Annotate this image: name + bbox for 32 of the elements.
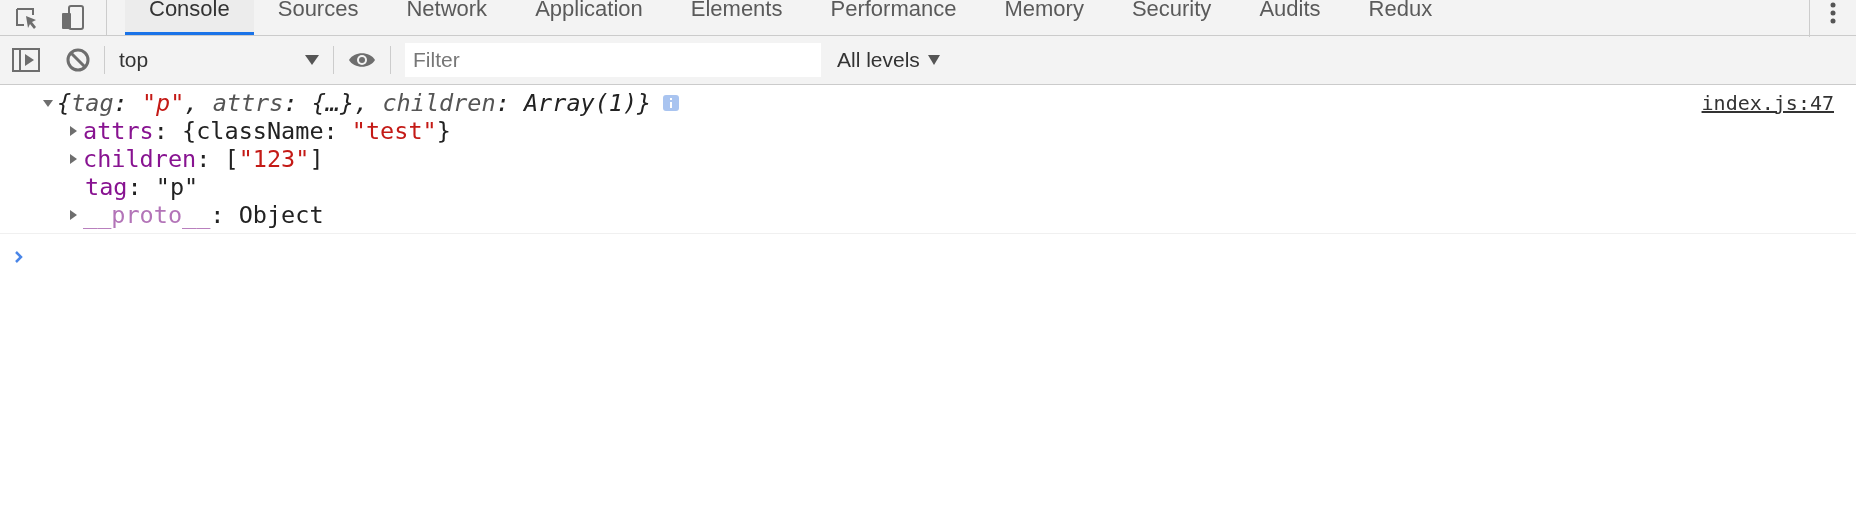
- info-icon: [663, 95, 680, 111]
- expand-arrow-icon[interactable]: [43, 98, 53, 108]
- prompt-icon: [14, 250, 24, 264]
- panel-tab[interactable]: Performance: [806, 0, 981, 35]
- panel-tab[interactable]: Application: [511, 0, 667, 35]
- property-line[interactable]: children: ["123"]: [83, 145, 324, 173]
- source-link[interactable]: index.js:47: [1701, 91, 1834, 115]
- panel-tab[interactable]: Network: [382, 0, 512, 35]
- panel-tab[interactable]: Redux: [1344, 0, 1457, 35]
- expand-arrow-icon[interactable]: [68, 210, 78, 220]
- property-line[interactable]: attrs: {className: "test"}: [83, 117, 451, 145]
- levels-dropdown[interactable]: All levels: [837, 48, 940, 72]
- panel-tab[interactable]: Memory: [980, 0, 1108, 35]
- expand-arrow-icon[interactable]: [68, 126, 78, 136]
- panel-tab[interactable]: Elements: [666, 0, 807, 35]
- property-line[interactable]: tag: "p": [85, 173, 199, 201]
- panel-tab[interactable]: Console: [125, 0, 254, 35]
- panel-tab[interactable]: Sources: [253, 0, 383, 35]
- caret-icon: [305, 55, 319, 65]
- caret-icon: [927, 55, 940, 65]
- more-icon[interactable]: [1830, 2, 1836, 24]
- context-select[interactable]: top: [119, 48, 319, 72]
- filter-field[interactable]: Filter: [405, 43, 821, 77]
- eye-icon[interactable]: [348, 50, 376, 70]
- object-summary[interactable]: {tag: "p", attrs: {…}, children: Array(1)}: [57, 89, 652, 117]
- property-line[interactable]: __proto__: Object: [83, 201, 324, 229]
- panel-tab[interactable]: Audits: [1235, 0, 1345, 35]
- clear-icon[interactable]: [66, 48, 90, 72]
- panel-tab[interactable]: Security: [1107, 0, 1236, 35]
- device-icon[interactable]: [60, 4, 86, 31]
- sidebar-toggle-icon[interactable]: [12, 48, 40, 72]
- expand-arrow-icon[interactable]: [68, 154, 78, 164]
